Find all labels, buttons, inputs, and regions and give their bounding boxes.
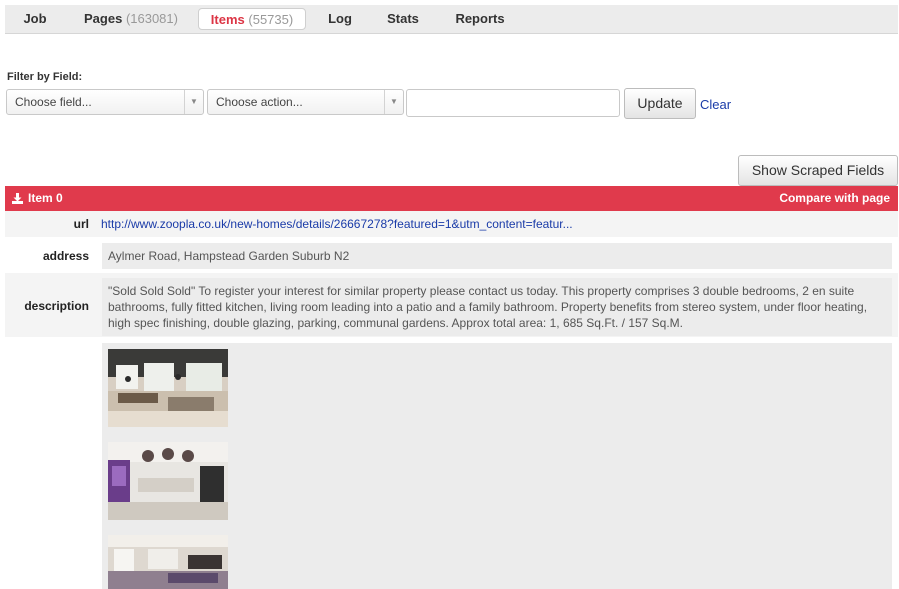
tab-count: (55735) bbox=[248, 12, 294, 27]
item-title: Item 0 bbox=[28, 191, 63, 205]
filter-value-input[interactable] bbox=[406, 89, 620, 117]
description-label: description bbox=[24, 299, 89, 313]
address-value: Aylmer Road, Hampstead Garden Suburb N2 bbox=[102, 243, 892, 269]
property-photo[interactable] bbox=[108, 349, 228, 427]
tab-label: Items bbox=[210, 12, 245, 27]
tab-pages[interactable]: Pages (163081) bbox=[75, 8, 187, 30]
compare-with-page-link[interactable]: Compare with page bbox=[779, 191, 890, 205]
tab-stats[interactable]: Stats bbox=[380, 8, 426, 30]
show-scraped-fields-button[interactable]: Show Scraped Fields bbox=[738, 155, 898, 186]
nav-tabs: Job Pages (163081) Items (55735) Log Sta… bbox=[5, 5, 898, 34]
tab-reports[interactable]: Reports bbox=[448, 8, 512, 30]
item-header: Item 0 Compare with page bbox=[5, 186, 898, 211]
tab-items[interactable]: Items (55735) bbox=[198, 8, 306, 30]
url-link[interactable]: http://www.zoopla.co.uk/new-homes/detail… bbox=[101, 217, 573, 231]
address-label: address bbox=[42, 249, 89, 263]
tab-count: (163081) bbox=[125, 11, 178, 26]
tab-log[interactable]: Log bbox=[320, 8, 360, 30]
update-button[interactable]: Update bbox=[624, 88, 696, 119]
download-icon bbox=[12, 192, 23, 204]
property-photo[interactable] bbox=[108, 442, 228, 520]
description-value: "Sold Sold Sold" To register your intere… bbox=[102, 278, 892, 336]
tab-label: Pages bbox=[84, 11, 123, 26]
field-select[interactable]: Choose field... ▼ bbox=[6, 89, 204, 115]
image-card bbox=[102, 343, 892, 436]
tab-label: Reports bbox=[455, 11, 505, 26]
item-title-group: Item 0 bbox=[12, 191, 63, 205]
field-select-value: Choose field... bbox=[15, 95, 92, 109]
clear-link[interactable]: Clear bbox=[700, 97, 731, 112]
url-label: url bbox=[73, 217, 89, 231]
tab-label: Log bbox=[328, 11, 352, 26]
action-select[interactable]: Choose action... ▼ bbox=[207, 89, 404, 115]
lounge-photo bbox=[108, 535, 228, 589]
property-photo[interactable] bbox=[108, 535, 228, 589]
living-room-photo bbox=[108, 349, 228, 427]
tab-label: Job bbox=[23, 11, 47, 26]
image-card bbox=[102, 529, 892, 589]
action-select-value: Choose action... bbox=[216, 95, 303, 109]
image-card bbox=[102, 436, 892, 529]
caret-down-icon: ▼ bbox=[384, 90, 403, 114]
tab-job[interactable]: Job bbox=[15, 8, 55, 30]
filter-label: Filter by Field: bbox=[7, 71, 83, 83]
caret-down-icon: ▼ bbox=[184, 90, 203, 114]
tab-label: Stats bbox=[387, 11, 419, 26]
dining-room-photo bbox=[108, 442, 228, 520]
